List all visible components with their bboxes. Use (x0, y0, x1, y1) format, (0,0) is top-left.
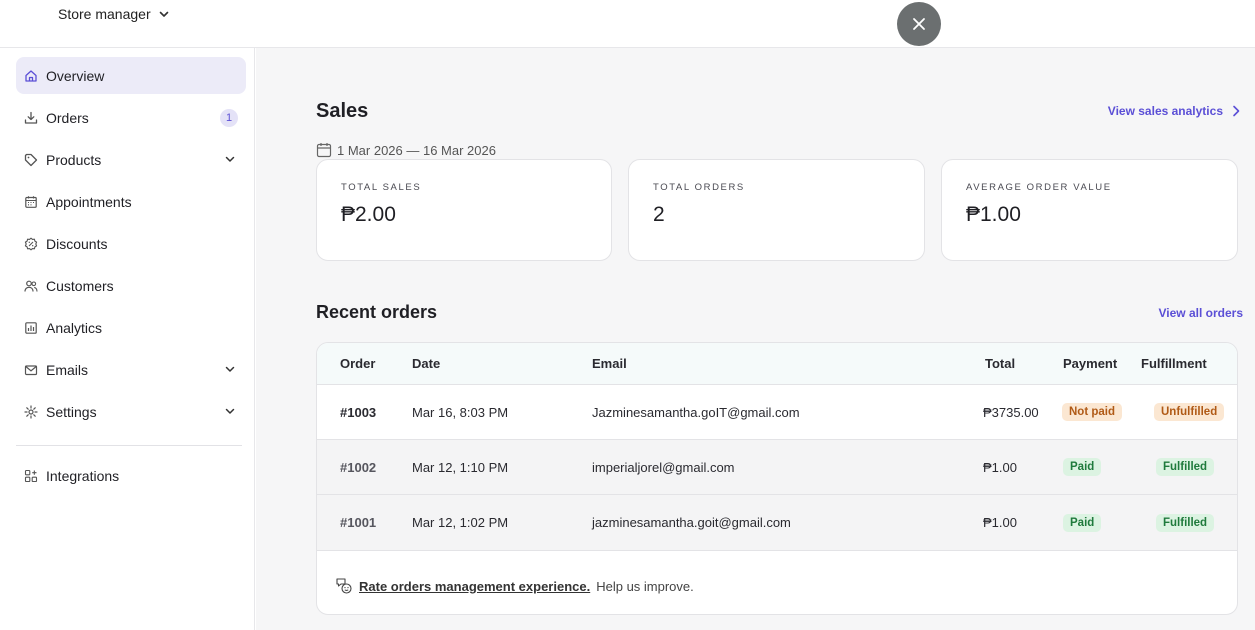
calendar-icon (24, 195, 38, 209)
chevron-down-icon (225, 408, 235, 414)
column-header-payment: Payment (1063, 356, 1118, 371)
order-email: jazminesamantha.goit@gmail.com (592, 515, 791, 530)
order-date: Mar 12, 1:02 PM (412, 515, 509, 530)
stat-value: 2 (653, 203, 665, 226)
feedback-text: Help us improve. (596, 578, 694, 594)
close-button[interactable] (897, 2, 941, 46)
sidebar-item-label: Discounts (46, 235, 108, 252)
fulfillment-status-badge: Fulfilled (1156, 458, 1215, 476)
rate-experience-link[interactable]: Rate orders management experience. (359, 579, 590, 594)
orders-count-badge: 1 (220, 109, 238, 127)
chevron-down-icon (225, 156, 235, 162)
sidebar-item-label: Products (46, 151, 102, 168)
stat-label: AVERAGE ORDER VALUE (966, 182, 1112, 193)
chevron-down-icon (159, 11, 168, 17)
order-email: imperialjorel@gmail.com (592, 459, 735, 475)
sidebar-item-orders[interactable]: Orders 1 (16, 99, 246, 136)
sidebar-item-label: Emails (46, 361, 89, 378)
stat-label: TOTAL SALES (341, 182, 422, 193)
sidebar-item-label: Analytics (46, 319, 103, 336)
sidebar-item-products[interactable]: Products (16, 141, 246, 178)
sidebar-item-label: Overview (46, 67, 105, 84)
date-range-text: 1 Mar 2026 — 16 Mar 2026 (337, 142, 496, 158)
total-sales-card: TOTAL SALES ₱2.00 (316, 159, 612, 261)
view-sales-analytics-link[interactable]: View sales analytics (1108, 104, 1241, 118)
total-orders-card: TOTAL ORDERS 2 (628, 159, 925, 261)
recent-orders-table: Order Date Email Total Payment Fulfillme… (316, 342, 1238, 615)
sidebar-item-appointments[interactable]: Appointments (16, 183, 246, 220)
main-content: Sales View sales analytics 1 Mar 2026 — … (256, 48, 1255, 630)
payment-status-badge: Paid (1063, 513, 1102, 532)
bar-chart-icon (24, 321, 38, 335)
sidebar-item-customers[interactable]: Customers (16, 267, 246, 304)
sidebar-item-overview[interactable]: Overview (16, 57, 246, 94)
top-bar: Store manager (0, 0, 1255, 48)
order-total: ₱1.00 (983, 459, 1017, 475)
discount-badge-icon (24, 237, 38, 251)
fulfillment-status-badge: Fulfilled (1156, 513, 1215, 532)
feedback-smiley-icon (336, 578, 352, 594)
sidebar-item-discounts[interactable]: Discounts (16, 225, 246, 262)
order-number: #1002 (340, 459, 377, 475)
table-header-row: Order Date Email Total Payment Fulfillme… (317, 343, 1237, 385)
sales-heading: Sales (316, 100, 369, 122)
tag-icon (24, 153, 38, 167)
order-total: ₱1.00 (983, 515, 1017, 530)
stat-value: ₱2.00 (341, 203, 396, 226)
table-row[interactable]: #1003 Mar 16, 8:03 PM Jazminesamantha.go… (317, 385, 1237, 440)
column-header-email: Email (592, 356, 627, 371)
store-name: Store manager (58, 6, 151, 22)
store-switcher[interactable]: Store manager (58, 6, 171, 22)
sidebar-item-label: Integrations (46, 467, 120, 484)
sidebar-item-label: Orders (46, 109, 89, 126)
sidebar-item-analytics[interactable]: Analytics (16, 309, 246, 346)
table-row[interactable]: #1001 Mar 12, 1:02 PM jazminesamantha.go… (317, 495, 1237, 551)
sidebar-item-label: Settings (46, 403, 97, 420)
sidebar-item-integrations[interactable]: Integrations (16, 457, 246, 494)
apps-grid-icon (24, 469, 38, 483)
chevron-right-icon (1233, 105, 1240, 117)
feedback-prompt: Rate orders management experience. Help … (335, 577, 694, 595)
table-row[interactable]: #1002 Mar 12, 1:10 PM imperialjorel@gmai… (317, 440, 1237, 495)
view-all-orders-link[interactable]: View all orders (1159, 306, 1244, 320)
mail-icon (24, 363, 38, 377)
payment-status-badge: Paid (1063, 458, 1102, 476)
home-icon (24, 69, 38, 83)
order-number: #1001 (340, 515, 377, 530)
users-icon (24, 279, 38, 293)
sidebar-item-label: Appointments (46, 193, 132, 210)
chevron-down-icon (225, 366, 235, 372)
stat-label: TOTAL ORDERS (653, 182, 745, 193)
order-email: Jazminesamantha.goIT@gmail.com (592, 404, 800, 420)
sidebar-divider (16, 445, 242, 446)
sidebar-item-label: Customers (46, 277, 114, 294)
stat-value: ₱1.00 (966, 203, 1021, 226)
order-total: ₱3735.00 (983, 404, 1039, 420)
order-number: #1003 (340, 404, 377, 420)
payment-status-badge: Not paid (1062, 403, 1122, 421)
column-header-total: Total (985, 356, 1016, 371)
column-header-date: Date (412, 356, 441, 371)
calendar-icon (316, 143, 332, 158)
view-sales-analytics-label: View sales analytics (1107, 104, 1223, 118)
download-tray-icon (24, 111, 38, 125)
close-icon (913, 18, 925, 30)
date-range[interactable]: 1 Mar 2026 — 16 Mar 2026 (316, 142, 496, 158)
column-header-order: Order (340, 356, 376, 371)
average-order-value-card: AVERAGE ORDER VALUE ₱1.00 (941, 159, 1238, 261)
fulfillment-status-badge: Unfulfilled (1154, 403, 1225, 421)
recent-orders-heading: Recent orders (316, 302, 438, 322)
column-header-fulfillment: Fulfillment (1141, 356, 1207, 371)
order-date: Mar 16, 8:03 PM (412, 404, 509, 420)
sidebar: Overview Orders 1 Products Appointments … (0, 48, 255, 630)
sidebar-item-emails[interactable]: Emails (16, 351, 246, 388)
sidebar-item-settings[interactable]: Settings (16, 393, 246, 430)
order-date: Mar 12, 1:10 PM (412, 459, 509, 475)
gear-icon (24, 404, 38, 419)
